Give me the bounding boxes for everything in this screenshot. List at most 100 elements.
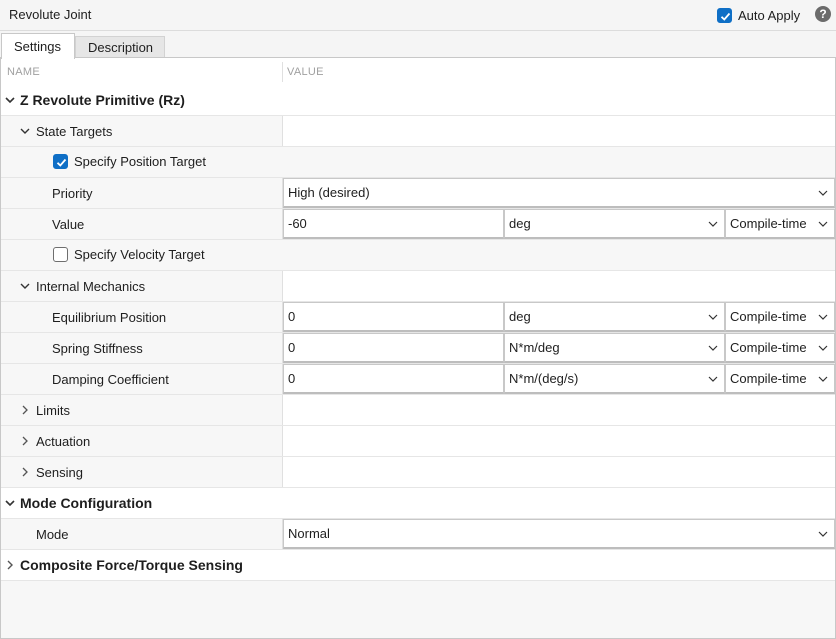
- column-divider: [282, 62, 283, 82]
- group-actuation-label: Actuation: [36, 434, 91, 449]
- section-composite-row[interactable]: Composite Force/Torque Sensing: [1, 550, 835, 581]
- group-internal-mechanics-row[interactable]: Internal Mechanics: [1, 271, 835, 302]
- empty-value-cell: [283, 271, 835, 301]
- chevron-down-icon[interactable]: [19, 125, 31, 137]
- empty-value-cell: [283, 426, 835, 456]
- empty-value-cell: [283, 395, 835, 425]
- section-composite-label: Composite Force/Torque Sensing: [20, 557, 243, 573]
- column-value-header: VALUE: [287, 66, 324, 78]
- auto-apply-checkbox[interactable]: Auto Apply: [717, 6, 800, 24]
- specify-velocity-row: Specify Velocity Target: [1, 240, 835, 271]
- damping-row: Damping Coefficient 0 N*m/(deg/s) Compil…: [1, 364, 835, 395]
- auto-apply-label: Auto Apply: [738, 7, 801, 23]
- chevron-right-icon[interactable]: [19, 435, 31, 447]
- empty-value-cell: [283, 116, 835, 146]
- value-unit-text: deg: [509, 216, 531, 231]
- mode-value: Normal: [288, 526, 330, 541]
- group-limits-row[interactable]: Limits: [1, 395, 835, 426]
- priority-select[interactable]: High (desired): [283, 178, 835, 208]
- spring-row: Spring Stiffness 0 N*m/deg Compile-time: [1, 333, 835, 364]
- column-name-header: NAME: [7, 66, 40, 78]
- chevron-down-icon: [708, 345, 718, 351]
- mode-select[interactable]: Normal: [283, 519, 835, 549]
- equilibrium-eval-text: Compile-time: [730, 309, 807, 324]
- chevron-down-icon: [708, 376, 718, 382]
- priority-row: Priority High (desired): [1, 178, 835, 209]
- mode-row: Mode Normal: [1, 519, 835, 550]
- group-state-targets-row[interactable]: State Targets: [1, 116, 835, 147]
- chevron-down-icon: [818, 345, 828, 351]
- chevron-down-icon: [818, 531, 828, 537]
- equilibrium-unit-select[interactable]: deg: [504, 302, 725, 332]
- group-sensing-label: Sensing: [36, 465, 83, 480]
- equilibrium-eval-select[interactable]: Compile-time: [725, 302, 835, 332]
- priority-value: High (desired): [288, 185, 370, 200]
- specify-velocity-checkbox[interactable]: Specify Velocity Target: [53, 247, 205, 262]
- value-eval-select[interactable]: Compile-time: [725, 209, 835, 239]
- damping-unit-text: N*m/(deg/s): [509, 371, 579, 386]
- damping-unit-select[interactable]: N*m/(deg/s): [504, 364, 725, 394]
- spring-label: Spring Stiffness: [52, 341, 143, 356]
- column-header: NAME VALUE: [1, 58, 835, 85]
- specify-position-checkbox[interactable]: Specify Position Target: [53, 154, 206, 169]
- value-label: Value: [52, 217, 85, 232]
- mode-label: Mode: [36, 527, 69, 542]
- group-internal-mechanics-label: Internal Mechanics: [36, 279, 146, 294]
- chevron-down-icon: [708, 221, 718, 227]
- specify-position-label: Specify Position Target: [74, 154, 206, 169]
- damping-eval-text: Compile-time: [730, 371, 807, 386]
- spring-input[interactable]: 0: [283, 333, 504, 363]
- damping-eval-select[interactable]: Compile-time: [725, 364, 835, 394]
- equilibrium-input[interactable]: 0: [283, 302, 504, 332]
- property-panel: NAME VALUE Z Revolute Primitive (Rz) Sta…: [0, 57, 836, 639]
- specify-position-row: Specify Position Target: [1, 147, 835, 178]
- spring-unit-select[interactable]: N*m/deg: [504, 333, 725, 363]
- equilibrium-input-text: 0: [288, 309, 296, 324]
- value-row: Value -60 deg Compile-time: [1, 209, 835, 240]
- tab-settings[interactable]: Settings: [1, 33, 75, 59]
- checkbox-checked-icon: [53, 154, 68, 169]
- spring-unit-text: N*m/deg: [509, 340, 560, 355]
- section-mode-config-row[interactable]: Mode Configuration: [1, 488, 835, 519]
- damping-input-text: 0: [288, 371, 296, 386]
- equilibrium-unit-text: deg: [509, 309, 531, 324]
- group-sensing-row[interactable]: Sensing: [1, 457, 835, 488]
- chevron-down-icon: [818, 221, 828, 227]
- group-actuation-row[interactable]: Actuation: [1, 426, 835, 457]
- value-eval-text: Compile-time: [730, 216, 807, 231]
- empty-value-cell: [283, 457, 835, 487]
- title-bar: Revolute Joint Auto Apply ?: [0, 0, 836, 31]
- checkbox-checked-icon: [717, 7, 732, 23]
- chevron-down-icon: [818, 314, 828, 320]
- tab-bar: Settings Description: [0, 32, 836, 59]
- damping-label: Damping Coefficient: [52, 372, 169, 387]
- equilibrium-label: Equilibrium Position: [52, 310, 167, 325]
- damping-input[interactable]: 0: [283, 364, 504, 394]
- section-rz-row[interactable]: Z Revolute Primitive (Rz): [1, 85, 835, 116]
- chevron-down-icon[interactable]: [19, 280, 31, 292]
- chevron-down-icon[interactable]: [4, 94, 16, 106]
- group-limits-label: Limits: [36, 403, 70, 418]
- chevron-down-icon[interactable]: [4, 497, 16, 509]
- chevron-right-icon[interactable]: [4, 559, 16, 571]
- value-unit-select[interactable]: deg: [504, 209, 725, 239]
- group-state-targets-label: State Targets: [36, 124, 113, 139]
- checkbox-unchecked-icon: [53, 247, 68, 262]
- priority-label: Priority: [52, 186, 93, 201]
- help-icon[interactable]: ?: [815, 6, 831, 22]
- equilibrium-row: Equilibrium Position 0 deg Compile-time: [1, 302, 835, 333]
- section-rz-label: Z Revolute Primitive (Rz): [20, 92, 185, 108]
- spring-eval-text: Compile-time: [730, 340, 807, 355]
- chevron-down-icon: [818, 190, 828, 196]
- chevron-right-icon[interactable]: [19, 466, 31, 478]
- spring-eval-select[interactable]: Compile-time: [725, 333, 835, 363]
- chevron-down-icon: [708, 314, 718, 320]
- value-input[interactable]: -60: [283, 209, 504, 239]
- window-title: Revolute Joint: [9, 7, 92, 22]
- tab-description[interactable]: Description: [75, 36, 165, 58]
- spring-input-text: 0: [288, 340, 296, 355]
- chevron-right-icon[interactable]: [19, 404, 31, 416]
- section-mode-config-label: Mode Configuration: [20, 495, 153, 511]
- value-input-text: -60: [288, 216, 307, 231]
- chevron-down-icon: [818, 376, 828, 382]
